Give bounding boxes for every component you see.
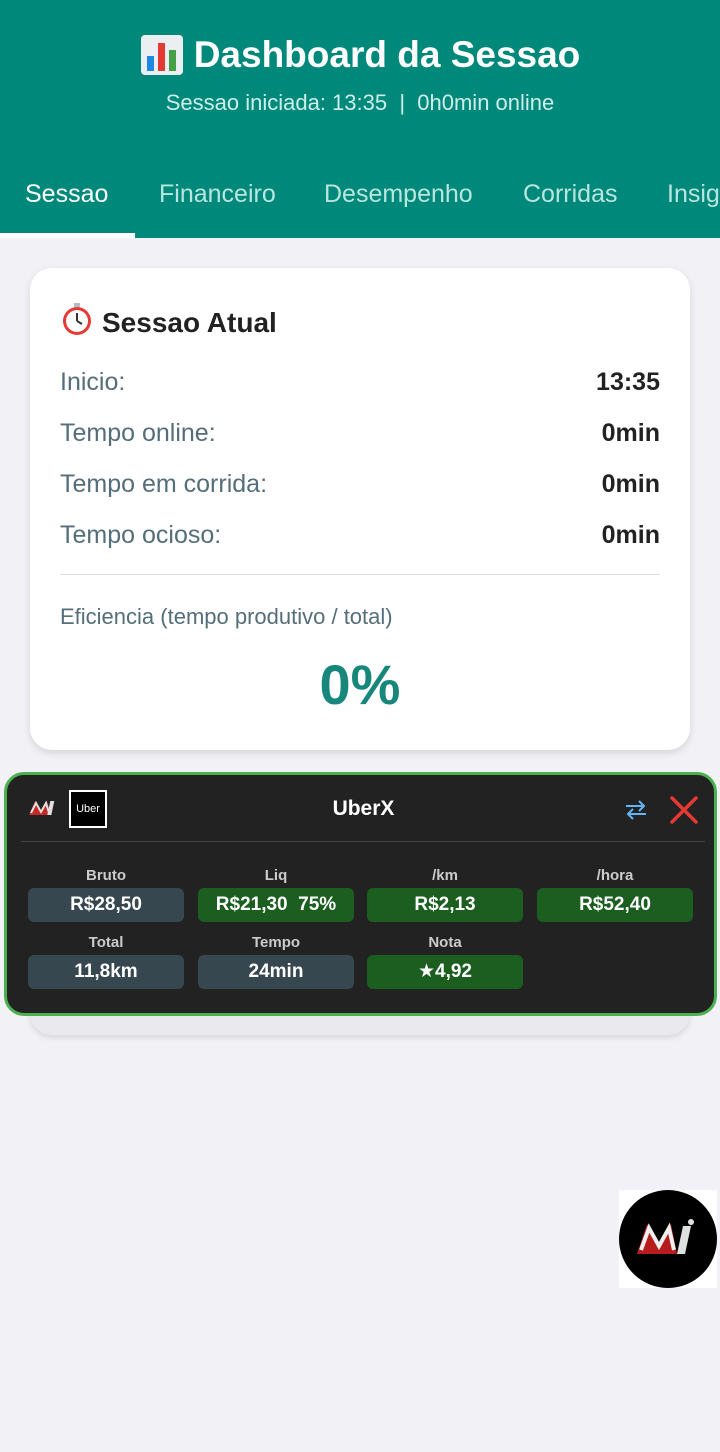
row-value: 13:35 <box>596 368 660 396</box>
row-tempo-online: Tempo online: 0min <box>60 419 660 449</box>
swap-icon[interactable] <box>624 799 648 821</box>
metric-nota: Nota ★4,92 <box>367 934 523 989</box>
efficiency-value: 0% <box>319 653 401 716</box>
metric-label: /hora <box>596 867 634 884</box>
session-card-title-text: Sessao Atual <box>102 306 277 338</box>
divider <box>60 574 660 575</box>
mi-logo-icon <box>637 1219 694 1254</box>
row-tempo-corrida: Tempo em corrida: 0min <box>60 470 660 500</box>
session-card-title: Sessao Atual <box>60 302 277 343</box>
metric-value: ★4,92 <box>367 955 523 989</box>
metric-bruto: Bruto R$28,50 <box>28 867 184 922</box>
session-card: Sessao Atual Inicio: 13:35 Tempo online:… <box>30 268 690 750</box>
tab-insights[interactable]: Insig <box>667 150 720 238</box>
metric-label: Nota <box>428 934 462 951</box>
metric-value: 11,8km <box>28 955 184 989</box>
bar-chart-icon <box>140 34 184 76</box>
metric-total: Total 11,8km <box>28 934 184 989</box>
floating-mi-button[interactable] <box>619 1190 717 1288</box>
metric-tempo: Tempo 24min <box>198 934 354 989</box>
tab-bar: Sessao Financeiro Desempenho Corridas In… <box>0 150 720 238</box>
row-label: Tempo online: <box>60 419 216 447</box>
metric-value: 24min <box>198 955 354 989</box>
metric-value: R$21,30 75% <box>198 888 354 922</box>
app-header: Dashboard da Sessao Sessao iniciada: 13:… <box>0 0 720 238</box>
row-label: Inicio: <box>60 368 126 396</box>
row-label: Tempo em corrida: <box>60 470 268 498</box>
metric-label: Bruto <box>86 867 126 884</box>
row-value: 0min <box>601 419 660 447</box>
metric-value: R$2,13 <box>367 888 523 922</box>
metric-label: /km <box>432 867 458 884</box>
row-label: Tempo ocioso: <box>60 521 222 549</box>
tab-sessao[interactable]: Sessao <box>25 150 108 238</box>
metric-value: R$28,50 <box>28 888 184 922</box>
tab-corridas[interactable]: Corridas <box>523 150 617 238</box>
metric-label: Liq <box>264 867 288 884</box>
row-value: 0min <box>601 470 660 498</box>
close-icon[interactable] <box>669 795 699 825</box>
tab-financeiro[interactable]: Financeiro <box>159 150 276 238</box>
overlay-divider <box>21 841 705 842</box>
session-subtitle: Sessao iniciada: 13:35 | 0h0min online <box>165 90 555 115</box>
metric-per-km: /km R$2,13 <box>367 867 523 922</box>
stopwatch-icon <box>60 302 94 343</box>
ride-type-title: UberX <box>332 797 395 820</box>
row-inicio: Inicio: 13:35 <box>60 368 660 398</box>
page-title-row: Dashboard da Sessao <box>0 34 720 76</box>
tab-desempenho[interactable]: Desempenho <box>324 150 473 238</box>
page-title: Dashboard da Sessao <box>193 34 581 75</box>
ride-overlay[interactable]: Uber UberX Bruto R$28,50 Liq R$21,30 75%… <box>4 772 717 1016</box>
active-tab-indicator <box>0 233 135 238</box>
metric-per-hora: /hora R$52,40 <box>537 867 693 922</box>
row-value: 0min <box>601 521 660 549</box>
metric-label: Total <box>88 934 124 951</box>
row-tempo-ocioso: Tempo ocioso: 0min <box>60 521 660 551</box>
metric-liq: Liq R$21,30 75% <box>198 867 354 922</box>
efficiency-label: Eficiencia (tempo produtivo / total) <box>60 604 393 629</box>
metric-value: R$52,40 <box>537 888 693 922</box>
metric-label: Tempo <box>251 934 301 951</box>
